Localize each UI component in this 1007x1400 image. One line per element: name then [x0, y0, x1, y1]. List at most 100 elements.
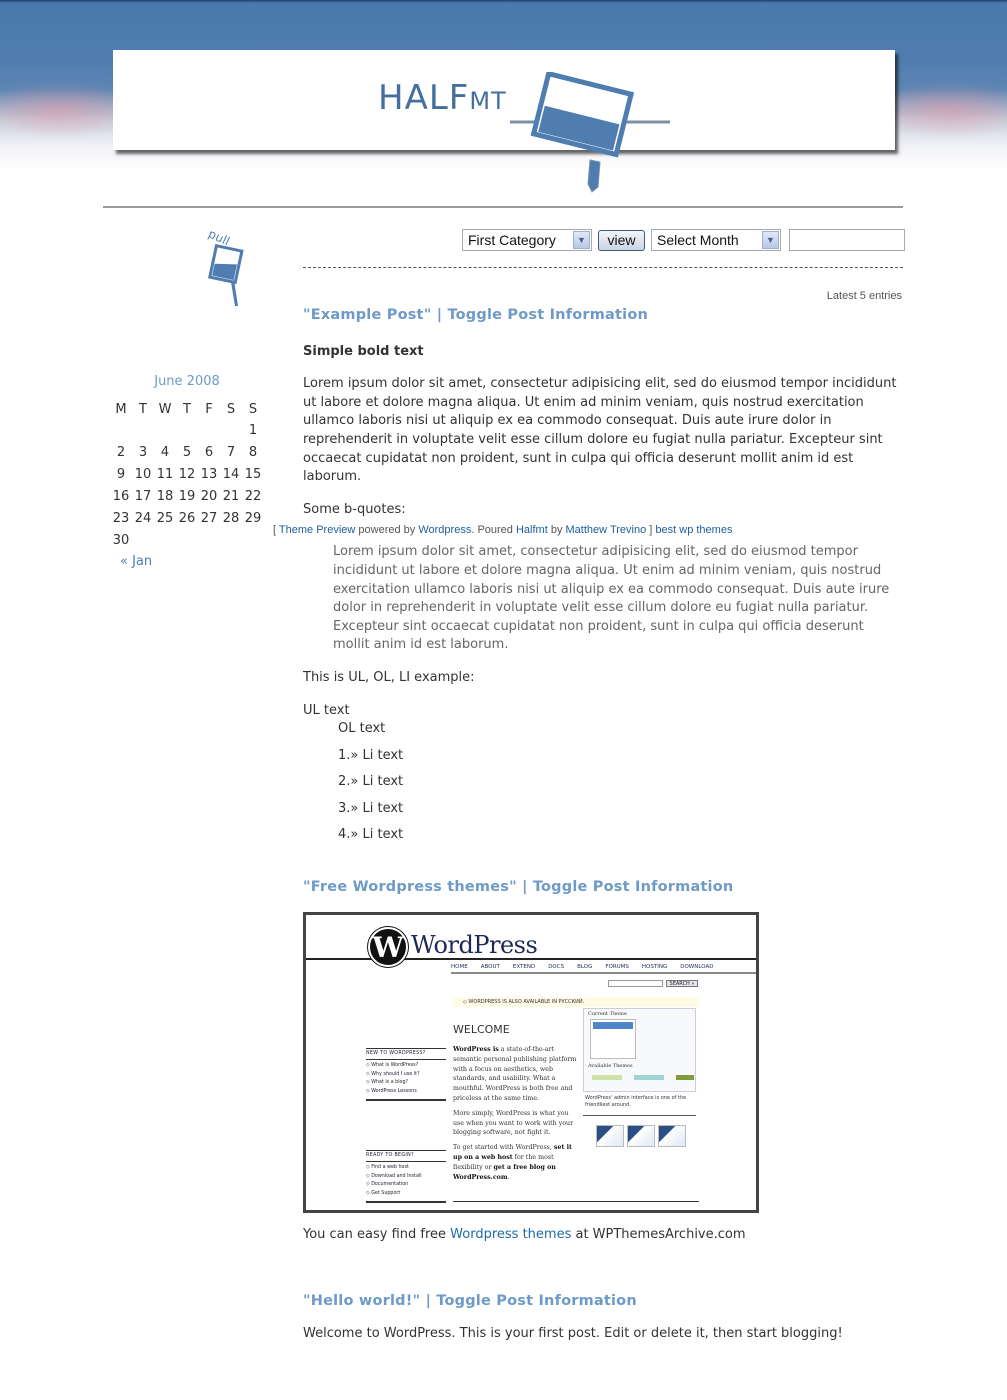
calendar-day [198, 419, 220, 441]
wp-body: WordPress is a state-of-the-art semantic… [453, 1045, 577, 1187]
post-title-link[interactable]: "Example Post" [303, 307, 431, 323]
category-select[interactable]: First Category ▼ [462, 229, 592, 251]
ol-text: OL text [338, 721, 386, 737]
toggle-post-info-link[interactable]: Toggle Post Information [533, 879, 734, 895]
wp-sidebar-ready: READY TO BEGIN? ◇ Find a web host ◇ Down… [366, 1150, 446, 1204]
wp-side-item: ◇ Get Support [366, 1190, 401, 1196]
post-example: "Example Post" | Toggle Post Information… [303, 306, 903, 845]
wp-side-heading: READY TO BEGIN? [366, 1150, 446, 1163]
pull-bucket-icon: pull [206, 228, 244, 306]
toggle-post-info-link[interactable]: Toggle Post Information [447, 307, 648, 323]
wordpress-link[interactable]: Wordpress [418, 524, 471, 536]
wp-side-heading: NEW TO WORDPRESS? [366, 1048, 446, 1061]
search-input[interactable] [789, 229, 905, 251]
post-title-link[interactable]: "Hello world!" [303, 1293, 420, 1309]
calendar-day: 6 [204, 444, 214, 460]
calendar-day: 29 [244, 510, 262, 526]
wp-theme-preview [590, 1019, 636, 1059]
wp-side-rule [366, 1099, 446, 1102]
calendar-day: 19 [178, 488, 196, 504]
calendar-week: 30 [110, 529, 264, 551]
list-intro: This is UL, OL, LI example: [303, 669, 475, 685]
author-link[interactable]: Matthew Trevino [566, 524, 647, 536]
calendar-day: 14 [222, 466, 240, 482]
calendar-day [132, 529, 154, 551]
post-paragraph: Lorem ipsum dolor sit amet, consectetur … [303, 376, 897, 485]
weekday: S [248, 401, 258, 417]
calendar-day: 16 [112, 488, 130, 504]
post-title-link[interactable]: "Free Wordpress themes" [303, 879, 517, 895]
chevron-down-icon[interactable]: ▼ [762, 231, 779, 249]
weekday: F [205, 401, 213, 417]
calendar-day [176, 529, 198, 551]
best-themes-link[interactable]: best wp themes [655, 524, 732, 536]
wp-body-text: . [507, 1173, 510, 1181]
calendar-day: 20 [200, 488, 218, 504]
bquote-label: Some b-quotes: [303, 501, 406, 517]
view-button[interactable]: view [598, 229, 645, 251]
calendar-day: 21 [222, 488, 240, 504]
calendar-day [220, 419, 242, 441]
calendar-day: 10 [134, 466, 152, 482]
wp-caption: WordPress' admin interface is one of the… [585, 1095, 687, 1108]
calendar-week: 2345678 [110, 441, 264, 463]
toggle-post-info-link[interactable]: Toggle Post Information [436, 1293, 637, 1309]
by-text: by [550, 524, 563, 536]
header-divider [103, 206, 903, 208]
latest-entries-label: Latest 5 entries [826, 290, 902, 302]
calendar-day: 7 [226, 444, 236, 460]
bracket-open: [ [273, 524, 277, 536]
bold-text: Simple bold text [303, 343, 424, 359]
blockquote: Lorem ipsum dolor sit amet, consectetur … [333, 544, 890, 653]
calendar-day [176, 419, 198, 441]
calendar-day: 3 [138, 444, 148, 460]
wp-theme-thumbnails [596, 1125, 686, 1147]
halfmt-link[interactable]: Halfmt [516, 524, 548, 536]
post-title: "Hello world!" | Toggle Post Information [303, 1293, 637, 1309]
chevron-down-icon[interactable]: ▼ [573, 231, 590, 249]
calendar-day: 15 [244, 466, 262, 482]
calendar-prev-link[interactable]: « Jan [120, 554, 152, 569]
calendar-caption: June 2008 [154, 374, 220, 389]
calendar-week: 1 [110, 419, 264, 441]
wp-body-text: a state-of-the-art semantic personal pub… [453, 1046, 577, 1102]
calendar-day: 12 [178, 466, 196, 482]
wp-welcome: WELCOME [453, 1023, 510, 1036]
list-item: 1.» Li text [338, 747, 404, 763]
wp-rule [583, 1115, 696, 1116]
wp-rule [451, 972, 756, 974]
wp-side-item: ◇ Why should I use it? [366, 1071, 420, 1077]
wp-side-rule [366, 1201, 446, 1204]
bracket-close: ] [649, 524, 653, 536]
calendar-weekdays: M T W T F S S [110, 399, 264, 419]
theme-preview-link[interactable]: Theme Preview [279, 524, 355, 536]
calendar-day [198, 529, 220, 551]
hello-world-text: Welcome to WordPress. This is your first… [303, 1326, 843, 1341]
calendar-days: 1 2 3 4 5 6 7 8 9 10 11 12 13 14 15 16 17 18 19 20 21 22 23 24 2… [110, 419, 264, 551]
wp-nav-item: ABOUT [480, 964, 500, 970]
wp-body-bold: WordPress is [453, 1046, 499, 1053]
wordpress-themes-link[interactable]: Wordpress themes [450, 1227, 571, 1242]
calendar-day: 22 [244, 488, 262, 504]
calendar-day: 23 [112, 510, 130, 526]
wp-body-text: To get started with WordPress, [453, 1144, 554, 1152]
free-themes-after: at WPThemesArchive.com [571, 1227, 746, 1242]
free-themes-text: You can easy find free Wordpress themes … [303, 1227, 746, 1242]
month-select[interactable]: Select Month ▼ [651, 229, 781, 251]
calendar-table: M T W T F S S 1 2 3 4 5 6 7 8 9 10 11 12 13 14 15 16 17 1… [110, 399, 264, 551]
month-select-value: Select Month [657, 232, 739, 248]
wp-notice: ◇ WORDPRESS IS ALSO AVAILABLE IN РУССКИЙ… [453, 997, 699, 1007]
wp-search-box [608, 980, 663, 987]
calendar-day: 24 [134, 510, 152, 526]
wp-nav-item: HOSTING [641, 964, 668, 970]
logo-main-text: HALF [378, 78, 470, 118]
free-themes-before: You can easy find free [303, 1227, 451, 1242]
calendar-day [242, 529, 264, 551]
wp-logo-text: WordPress [411, 931, 538, 959]
wp-nav: HOME ABOUT EXTEND DOCS BLOG FORUMS HOSTI… [451, 964, 713, 970]
wordpress-logo-icon: W [368, 927, 408, 967]
calendar-day: 28 [222, 510, 240, 526]
calendar-day: 9 [116, 466, 126, 482]
wp-current-theme-label: Current Theme [588, 1011, 627, 1017]
calendar-week: 16 17 18 19 20 21 22 [110, 485, 264, 507]
